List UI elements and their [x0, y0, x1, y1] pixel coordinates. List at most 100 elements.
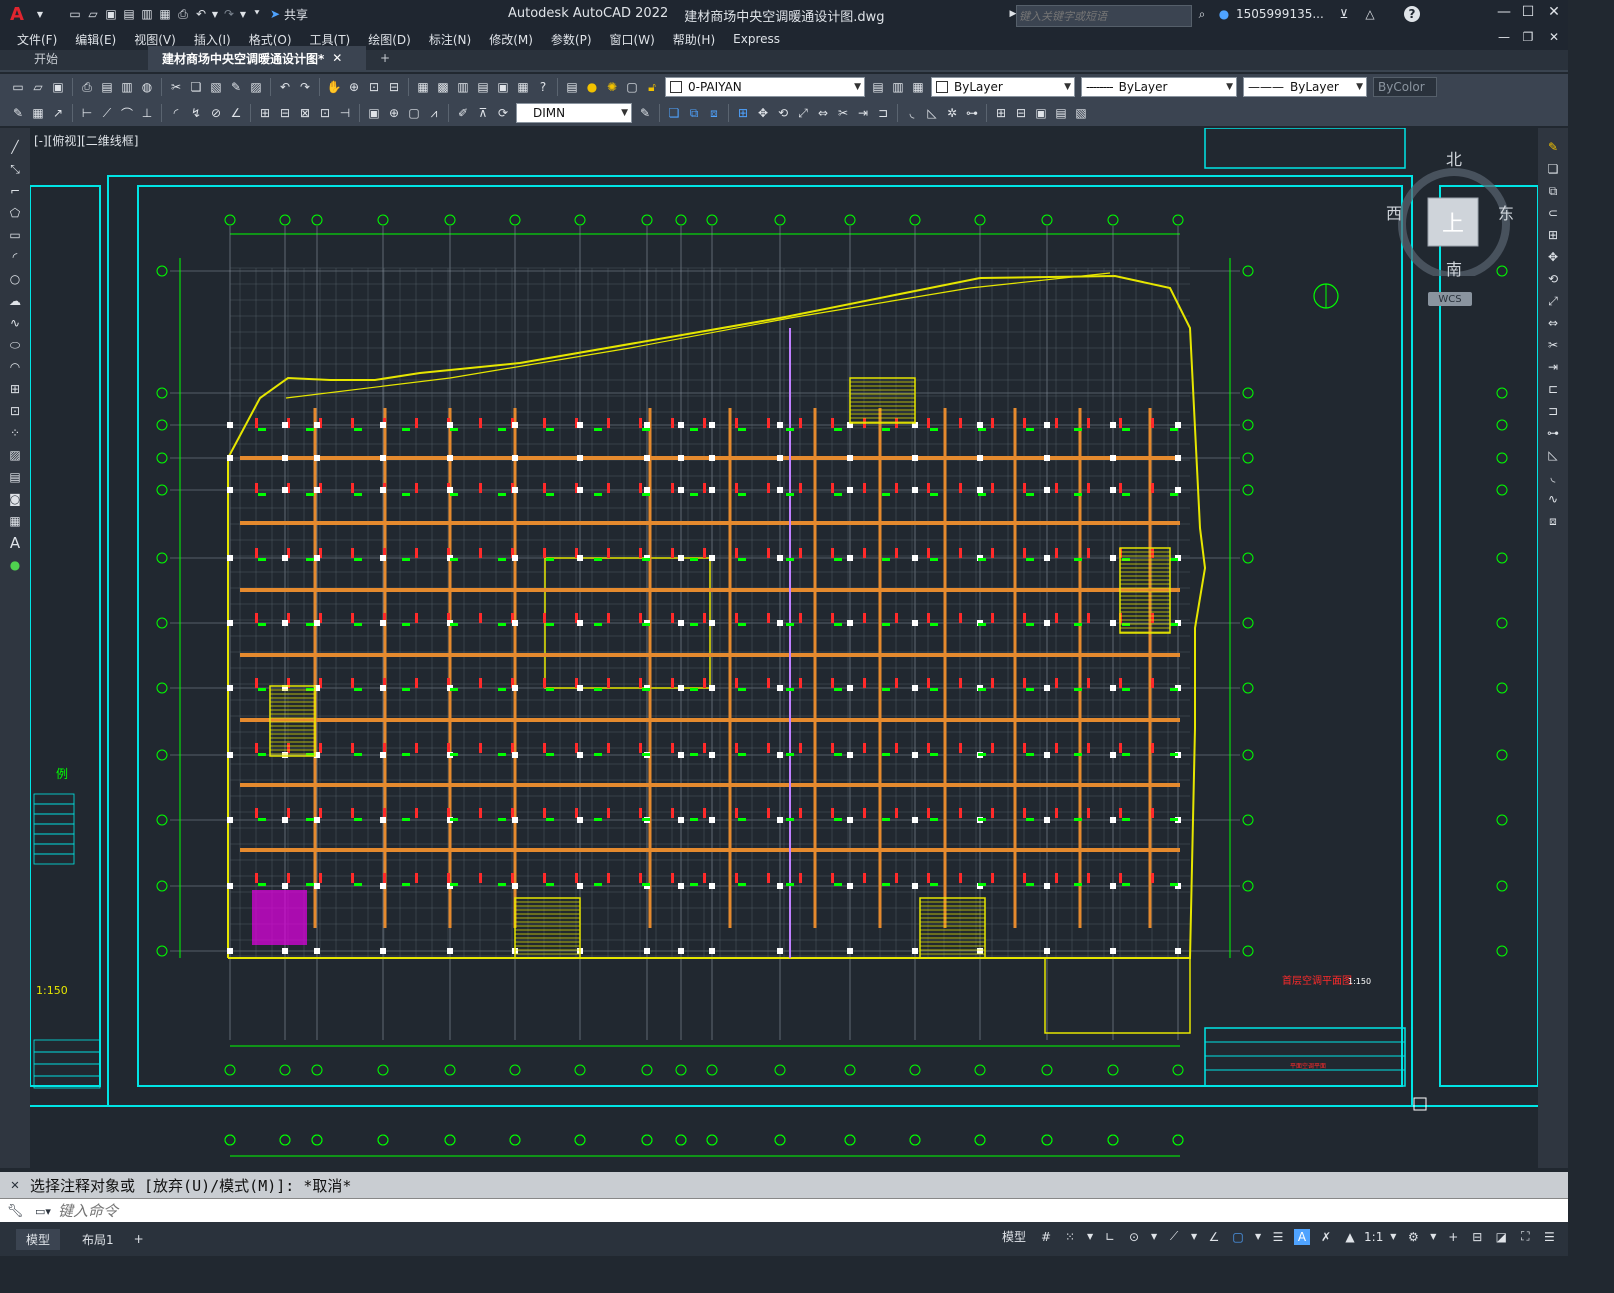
add-selected-icon[interactable]: ●	[7, 557, 23, 573]
menu-express[interactable]: Express	[724, 32, 789, 46]
wcs-menu[interactable]: WCS	[1428, 292, 1472, 306]
trim-icon[interactable]: ✂	[1545, 337, 1561, 353]
layer-lock-icon[interactable]: 🔓︎	[644, 79, 660, 95]
sheet-set-icon[interactable]: ▤	[475, 79, 491, 95]
chevron-down-icon[interactable]: ▼	[32, 6, 48, 22]
radius-dim-icon[interactable]: ◜	[168, 105, 184, 121]
scale-icon[interactable]: ⤢	[795, 105, 811, 121]
ordinate-dim-icon[interactable]: ⊥	[139, 105, 155, 121]
polar-icon[interactable]: ⊙	[1126, 1229, 1142, 1245]
polyline-icon[interactable]: ⌐	[7, 183, 23, 199]
help-icon[interactable]: ?	[1404, 6, 1420, 22]
new-tab-button[interactable]: +	[366, 46, 404, 70]
publish-icon[interactable]: ▥	[119, 79, 135, 95]
chevron-down-icon[interactable]: ▼	[239, 6, 247, 22]
close-button[interactable]: ✕	[1540, 4, 1568, 20]
doc-close-button[interactable]: ✕	[1540, 30, 1568, 44]
lineweight-icon[interactable]: ☰	[1270, 1229, 1286, 1245]
polygon-icon[interactable]: ⬠	[7, 205, 23, 221]
menu-help[interactable]: 帮助(H)	[664, 31, 724, 48]
viewport-controls-label[interactable]: [-][俯视][二维线框]	[34, 132, 138, 149]
tab-layout1[interactable]: 布局1	[72, 1229, 124, 1250]
cut-icon[interactable]: ✂	[168, 79, 184, 95]
insert-block-icon[interactable]: ⊞	[993, 105, 1009, 121]
dimstyle-manager-icon[interactable]: ✎	[637, 105, 653, 121]
open-icon[interactable]: ▱	[30, 79, 46, 95]
layer-previous-icon[interactable]: ▥	[890, 79, 906, 95]
properties-icon[interactable]: ▦	[415, 79, 431, 95]
search-icon[interactable]: ⌕	[1194, 6, 1210, 22]
break-at-point-icon[interactable]: ⊏	[1545, 381, 1561, 397]
osnap-icon[interactable]: ▢	[1230, 1229, 1246, 1245]
annotation-scale-icon[interactable]: ▲	[1342, 1229, 1358, 1245]
offset-icon[interactable]: ⊂	[1545, 205, 1561, 221]
mirror-icon[interactable]: ⧉	[686, 105, 702, 121]
layer-dropdown[interactable]: 0-PAIYAN ▼	[665, 77, 865, 97]
help-icon[interactable]: ?	[535, 79, 551, 95]
hatch-icon[interactable]: ▨	[7, 447, 23, 463]
match-properties-icon[interactable]: ✎	[228, 79, 244, 95]
annotation-monitor-icon[interactable]: +	[1445, 1229, 1461, 1245]
blend-curves-icon[interactable]: ∿	[1545, 491, 1561, 507]
circle-icon[interactable]: ○	[7, 271, 23, 287]
ellipse-arc-icon[interactable]: ◠	[7, 359, 23, 375]
join-icon[interactable]: ⊶	[964, 105, 980, 121]
user-name[interactable]: 1505999135...	[1236, 7, 1324, 21]
annotation-visibility-icon[interactable]: A	[1294, 1228, 1311, 1245]
calculator-icon[interactable]: ▦	[515, 79, 531, 95]
mirror-icon[interactable]: ⧉	[1545, 183, 1561, 199]
viewcube-north[interactable]: 北	[1446, 146, 1462, 170]
arc-length-icon[interactable]: ⌒	[119, 105, 135, 121]
layer-states-icon[interactable]: ▦	[910, 79, 926, 95]
tab-start[interactable]: 开始	[20, 46, 148, 70]
close-command-line-icon[interactable]: ✕	[0, 1177, 30, 1193]
erase-icon[interactable]: ✎	[1545, 139, 1561, 155]
aligned-dim-icon[interactable]: ⟋	[99, 105, 115, 121]
stretch-icon[interactable]: ⇔	[1545, 315, 1561, 331]
save-icon[interactable]: ▣	[50, 79, 66, 95]
mtext-icon[interactable]: A	[7, 534, 23, 552]
export-icon[interactable]: ▦	[157, 6, 173, 22]
command-input[interactable]	[56, 1201, 1460, 1221]
share-icon[interactable]: ➤	[267, 6, 283, 22]
workspace-gear-icon[interactable]: ⚙	[1405, 1229, 1421, 1245]
grid-icon[interactable]: #	[1038, 1229, 1054, 1245]
viewcube-top-face[interactable]: 上	[1442, 206, 1464, 238]
hatch-icon[interactable]: ▧	[1073, 105, 1089, 121]
tool-palettes-icon[interactable]: ▥	[455, 79, 471, 95]
chevron-down-icon[interactable]: ▼	[1389, 1229, 1397, 1245]
menu-file[interactable]: 文件(F)	[8, 31, 66, 48]
table-icon[interactable]: ▦	[7, 513, 23, 529]
dim-update-icon[interactable]: ⟳	[495, 105, 511, 121]
search-input[interactable]	[1016, 5, 1192, 27]
osnap-tracking-icon[interactable]: ∠	[1206, 1229, 1222, 1245]
revision-cloud-icon[interactable]: ☁	[7, 293, 23, 309]
viewcube[interactable]: 北 南 东 西 上 WCS	[1386, 146, 1522, 306]
new-icon[interactable]: ▭	[10, 79, 26, 95]
menu-format[interactable]: 格式(O)	[240, 31, 301, 48]
lineweight-dropdown[interactable]: ——— ByLayer ▼	[1243, 77, 1367, 97]
customize-wrench-icon[interactable]: 🔧︎	[0, 1204, 30, 1219]
dimstyle-dropdown[interactable]: DIMN ▼	[516, 103, 632, 123]
autocad-logo-icon[interactable]: A	[6, 4, 28, 25]
chevron-down-icon[interactable]: ▼	[211, 6, 219, 22]
units-icon[interactable]: ⊟	[1469, 1229, 1485, 1245]
make-current-layer-icon[interactable]: ▤	[870, 79, 886, 95]
viewcube-west[interactable]: 西	[1386, 200, 1402, 224]
zoom-window-icon[interactable]: ⊡	[366, 79, 382, 95]
3d-dwf-icon[interactable]: ◍	[139, 79, 155, 95]
line-icon[interactable]: ╱	[7, 139, 23, 155]
move-icon[interactable]: ✥	[1545, 249, 1561, 265]
maximize-button[interactable]: ☐	[1514, 4, 1542, 20]
gradient-icon[interactable]: ▤	[7, 469, 23, 485]
fillet-icon[interactable]: ◟	[904, 105, 920, 121]
viewcube-east[interactable]: 东	[1498, 200, 1514, 224]
save-as-icon[interactable]: ▤	[121, 6, 137, 22]
chevron-down-icon[interactable]: ▼	[1190, 1229, 1198, 1245]
insert-block-icon[interactable]: ⊞	[7, 381, 23, 397]
user-icon[interactable]: ●	[1216, 6, 1232, 22]
save-icon[interactable]: ▣	[103, 6, 119, 22]
paste-icon[interactable]: ▧	[208, 79, 224, 95]
menu-modify[interactable]: 修改(M)	[480, 31, 542, 48]
model-space-button[interactable]: 模型	[1002, 1228, 1026, 1245]
